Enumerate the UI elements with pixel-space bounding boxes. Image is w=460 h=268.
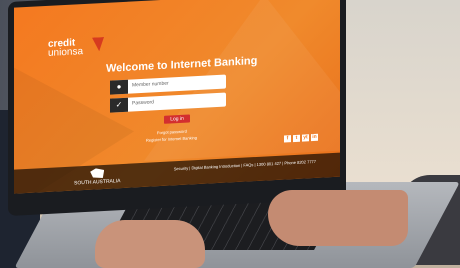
check-icon: ✓ (110, 97, 128, 113)
left-hand (95, 220, 205, 268)
laptop-lid: credit unionsa Welcome to Internet Banki… (8, 0, 346, 217)
footer-links[interactable]: Security | Digital Banking Introduction … (174, 159, 316, 171)
youtube-icon[interactable]: yt (302, 134, 309, 142)
login-button[interactable]: Log in (164, 114, 190, 124)
footer-logo: SOUTH AUSTRALIA (74, 167, 121, 187)
facebook-icon[interactable]: f (284, 135, 291, 143)
map-icon (90, 168, 104, 179)
logo-mark-icon (92, 37, 104, 52)
linkedin-icon[interactable]: in (311, 133, 318, 142)
member-number-placeholder: Member number (132, 80, 169, 89)
right-hand (268, 190, 408, 246)
user-icon: ● (110, 79, 128, 95)
password-placeholder: Password (132, 99, 154, 107)
laptop-screen: credit unionsa Welcome to Internet Banki… (14, 0, 340, 194)
brand-logo: credit unionsa (48, 38, 84, 59)
brand-line2: unionsa (48, 46, 84, 59)
twitter-icon[interactable]: t (293, 134, 300, 143)
photo-scene: credit unionsa Welcome to Internet Banki… (0, 0, 460, 268)
footer-logo-text: SOUTH AUSTRALIA (74, 178, 121, 187)
